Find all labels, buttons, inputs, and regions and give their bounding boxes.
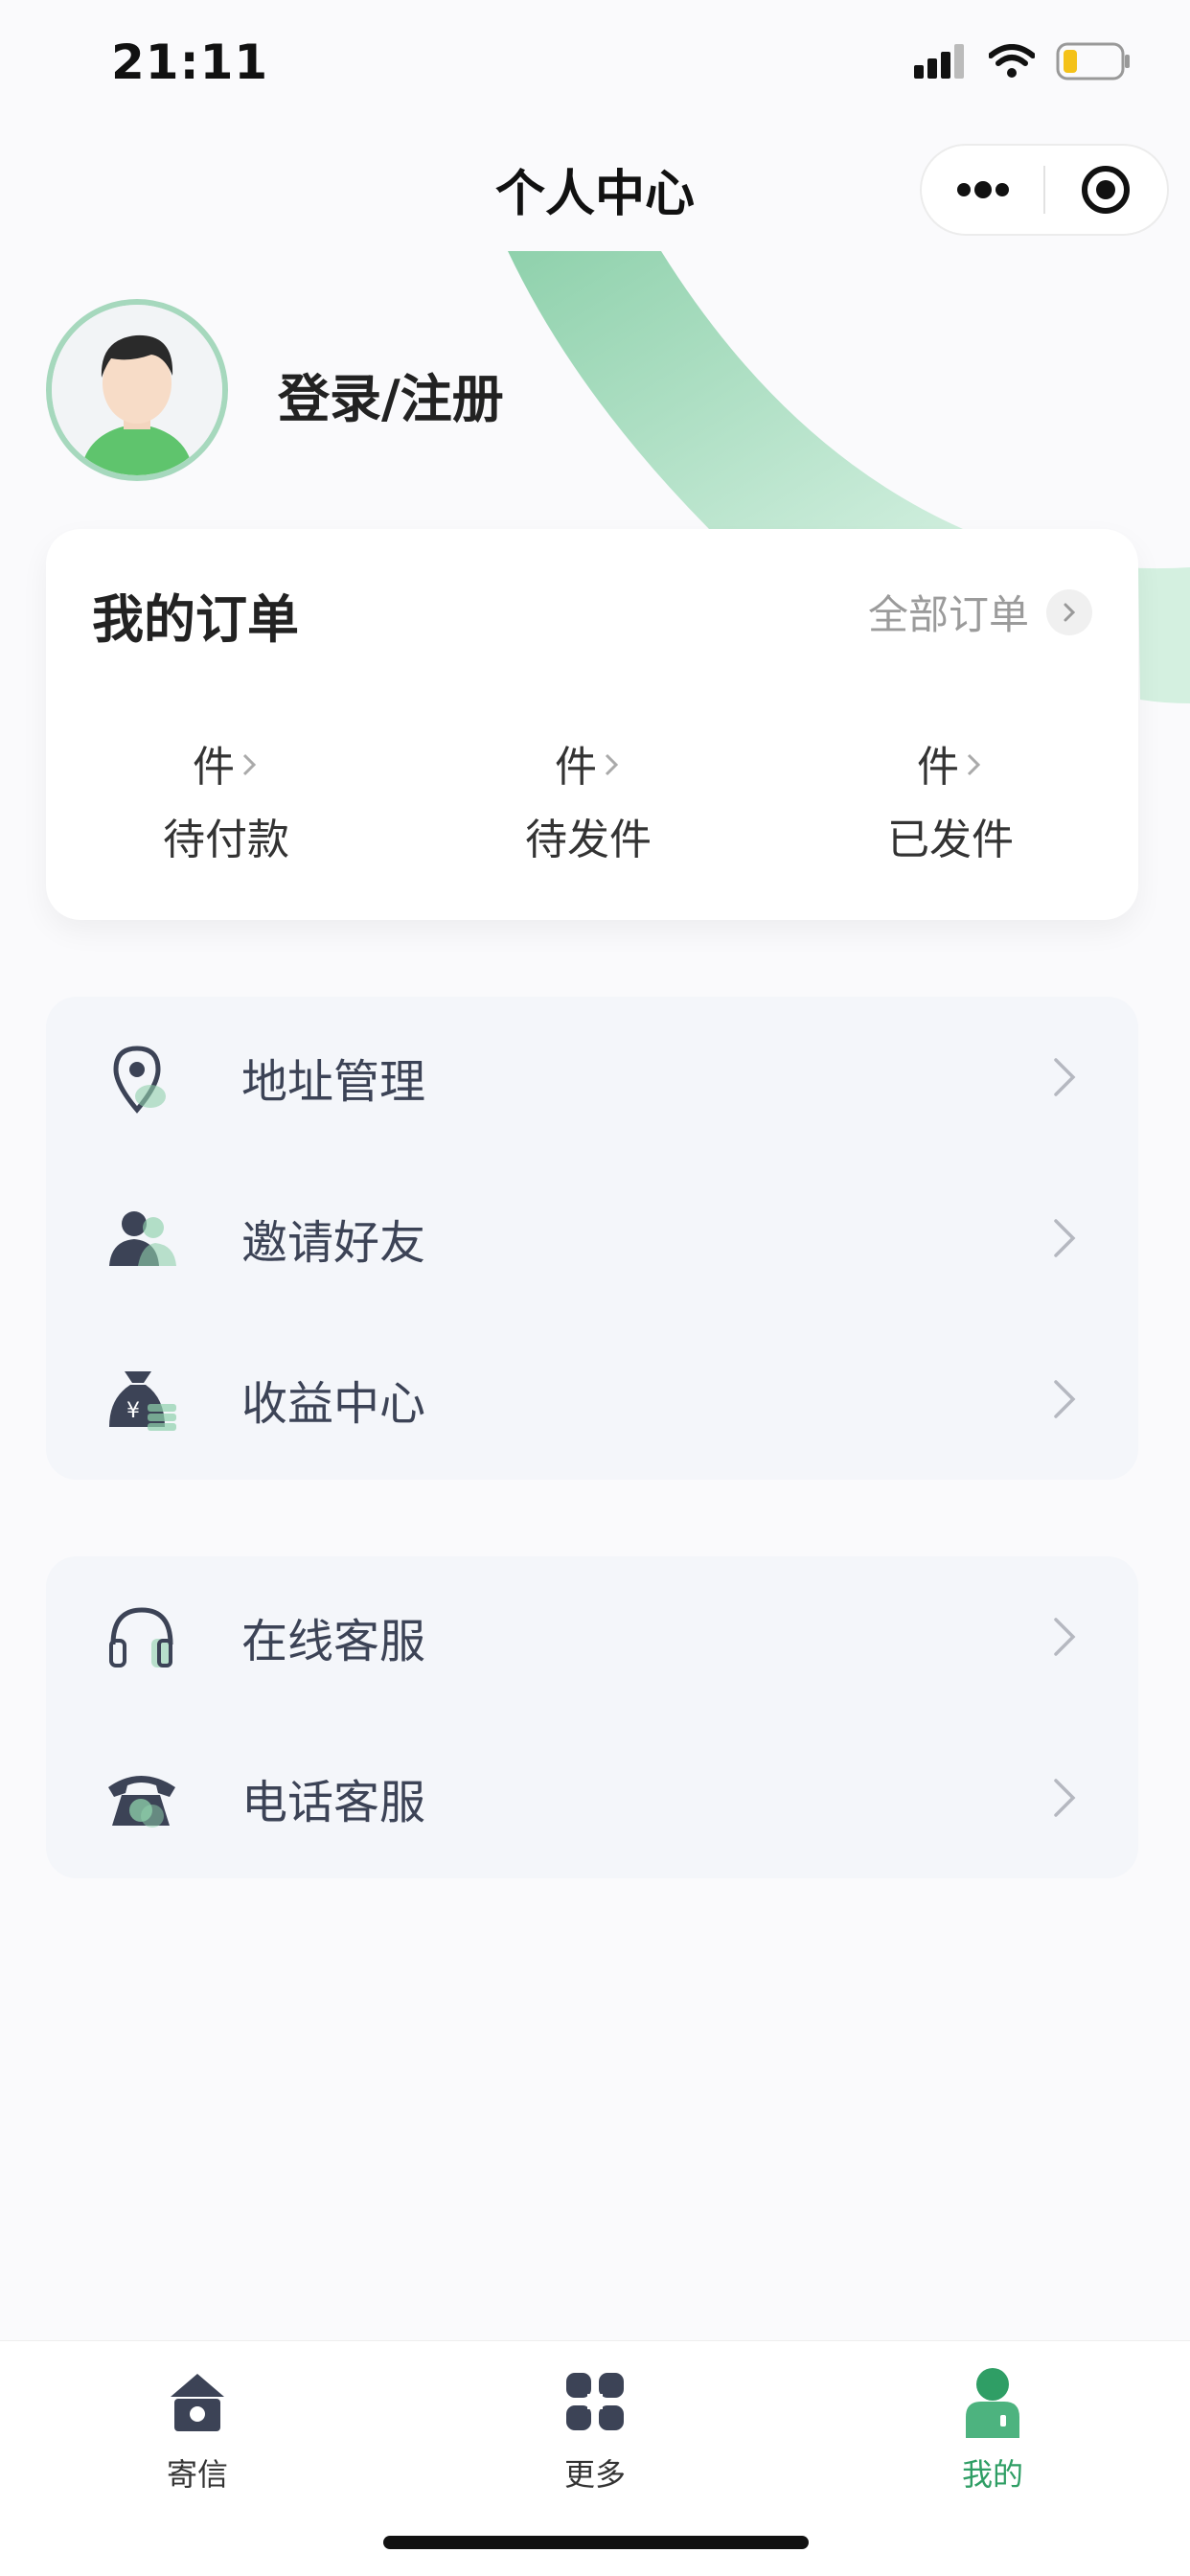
all-orders-label: 全部订单 — [867, 591, 1029, 638]
money-bag-icon: ¥ — [103, 1361, 180, 1438]
more-dots-icon — [956, 181, 1009, 198]
chevron-right-icon — [967, 753, 981, 776]
menu-item-online-service[interactable]: 在线客服 — [46, 1556, 1138, 1717]
close-program-button[interactable] — [1045, 144, 1167, 236]
status-bar: 21:11 — [0, 0, 1190, 134]
location-pin-icon — [103, 1039, 180, 1116]
headset-icon — [103, 1598, 180, 1675]
tab-label: 更多 — [563, 2456, 626, 2493]
chevron-right-icon — [1054, 1058, 1076, 1096]
menu-label: 电话客服 — [241, 1776, 426, 1829]
count-unit: 件 — [193, 743, 235, 792]
chevron-right-icon — [1054, 1779, 1076, 1817]
menu-label: 收益中心 — [241, 1377, 426, 1431]
order-count: 件 — [193, 732, 260, 794]
home-icon — [102, 2358, 293, 2445]
menu-item-address[interactable]: 地址管理 — [46, 997, 1138, 1158]
grid-icon — [499, 2358, 691, 2445]
tab-mine[interactable]: 我的 — [897, 2358, 1088, 2495]
chevron-right-icon — [605, 753, 619, 776]
avatar[interactable] — [46, 299, 228, 481]
order-stat-shipped[interactable]: 件 已发件 — [826, 732, 1075, 866]
order-stat-pending-payment[interactable]: 件 待付款 — [102, 732, 351, 866]
tab-more[interactable]: 更多 — [499, 2358, 691, 2495]
menu-group-support: 在线客服 电话客服 — [46, 1556, 1138, 1878]
menu-item-earnings[interactable]: ¥ 收益中心 — [46, 1319, 1138, 1480]
chevron-right-icon — [1054, 1380, 1076, 1418]
count-unit: 件 — [555, 743, 597, 792]
profile-page: 21:11 个人中心 登录/注册 我的订单 全部订单 件 待付款 件 待发件 件… — [0, 0, 1190, 2576]
tab-label: 我的 — [961, 2456, 1023, 2493]
home-indicator — [383, 2536, 809, 2549]
profile-icon — [897, 2358, 1088, 2445]
chevron-right-icon — [242, 753, 257, 776]
all-orders-link[interactable]: 全部订单 — [868, 583, 1092, 641]
chevron-right-icon — [1054, 1618, 1076, 1656]
chevron-right-icon — [1054, 1219, 1076, 1257]
order-count: 件 — [555, 732, 622, 794]
svg-text:¥: ¥ — [126, 1399, 140, 1423]
order-stat-label: 待发件 — [525, 816, 652, 864]
menu-item-invite[interactable]: 邀请好友 — [46, 1158, 1138, 1319]
default-avatar-icon — [52, 305, 222, 475]
login-register-link[interactable]: 登录/注册 — [278, 356, 504, 432]
battery-icon — [1056, 42, 1130, 80]
order-stat-label: 待付款 — [163, 816, 289, 864]
chevron-right-circle-icon — [1046, 588, 1092, 635]
status-time: 21:11 — [111, 34, 269, 90]
tab-label: 寄信 — [166, 2456, 228, 2493]
tab-send-letter[interactable]: 寄信 — [102, 2358, 293, 2495]
signal-icon — [914, 44, 964, 79]
order-stat-label: 已发件 — [887, 816, 1014, 864]
target-icon — [1082, 166, 1131, 214]
menu-group-account: 地址管理 邀请好友 ¥ 收益中心 — [46, 997, 1138, 1480]
telephone-icon — [103, 1760, 180, 1836]
more-options-button[interactable] — [922, 144, 1043, 236]
wifi-icon — [989, 44, 1035, 78]
status-icons — [914, 42, 1133, 80]
my-orders-card: 我的订单 全部订单 件 待付款 件 待发件 件 已发件 — [46, 529, 1138, 920]
order-count: 件 — [917, 732, 984, 794]
orders-title: 我的订单 — [92, 589, 299, 650]
menu-label: 在线客服 — [241, 1615, 426, 1668]
order-stat-pending-ship[interactable]: 件 待发件 — [464, 732, 713, 866]
menu-label: 邀请好友 — [241, 1216, 426, 1270]
menu-item-phone-service[interactable]: 电话客服 — [46, 1717, 1138, 1878]
mini-program-capsule — [920, 144, 1169, 236]
users-icon — [103, 1200, 180, 1276]
count-unit: 件 — [917, 743, 959, 792]
menu-label: 地址管理 — [241, 1055, 426, 1109]
